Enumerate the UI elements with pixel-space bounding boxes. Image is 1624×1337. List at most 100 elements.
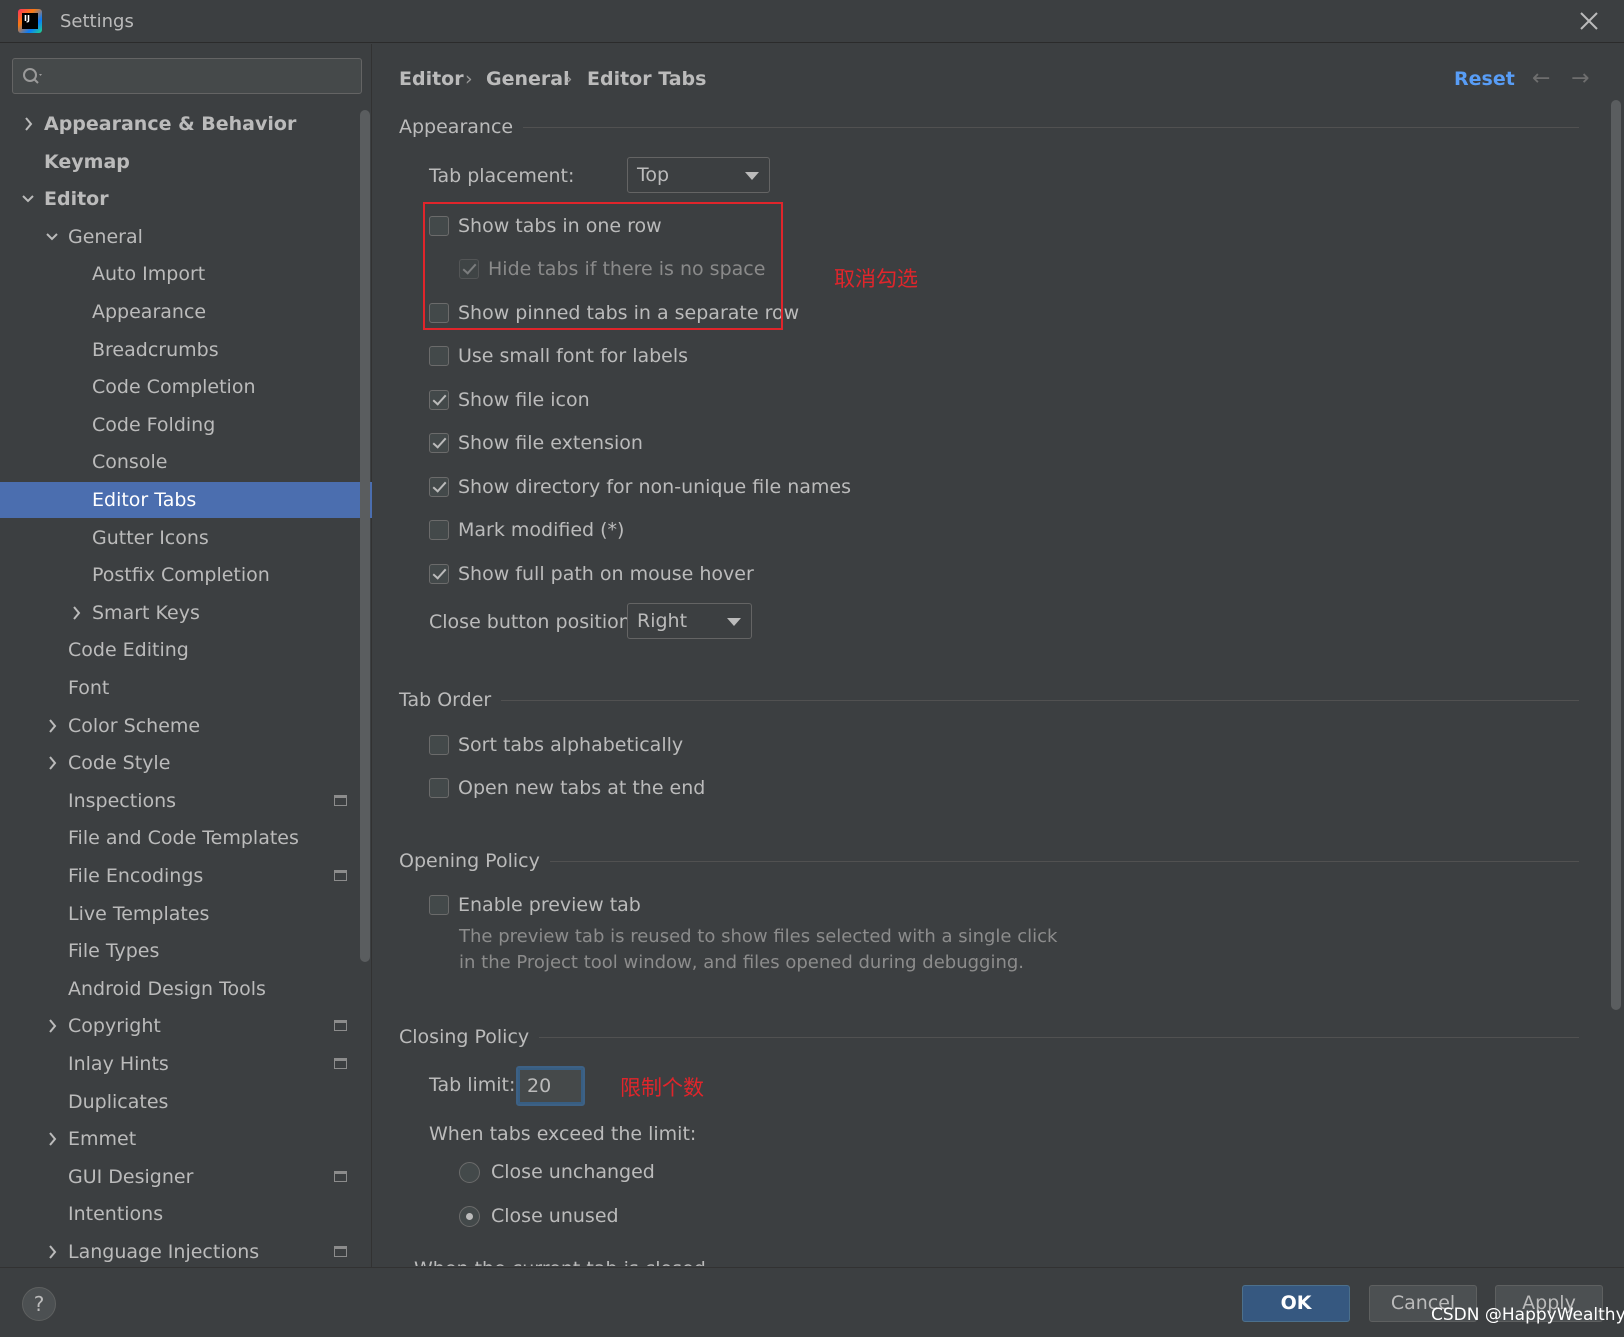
sidebar-item-label: Copyright bbox=[68, 1015, 161, 1037]
close-icon[interactable] bbox=[1578, 8, 1600, 34]
chevron-right-icon[interactable] bbox=[20, 106, 36, 142]
mark-modified-checkbox[interactable] bbox=[429, 520, 449, 540]
section-title-opening-policy: Opening Policy bbox=[399, 847, 550, 875]
sidebar-item-inlay-hints[interactable]: Inlay Hints bbox=[0, 1046, 372, 1082]
sidebar-item-label: Auto Import bbox=[92, 263, 206, 285]
back-arrow-icon[interactable]: ← bbox=[1532, 66, 1556, 92]
preview-tab-help-line-1: The preview tab is reused to show files … bbox=[459, 926, 1058, 947]
chevron-right-icon[interactable] bbox=[44, 1234, 60, 1270]
breadcrumb-editor-tabs: Editor Tabs bbox=[587, 68, 707, 90]
show-file-extension-checkbox[interactable] bbox=[429, 433, 449, 453]
help-button[interactable]: ? bbox=[22, 1287, 56, 1321]
ok-button[interactable]: OK bbox=[1242, 1285, 1350, 1322]
checkbox-label: Show file icon bbox=[458, 389, 590, 411]
sidebar-item-label: File and Code Templates bbox=[68, 827, 299, 849]
checkbox-label: Use small font for labels bbox=[458, 345, 689, 367]
sidebar-item-label: Font bbox=[68, 677, 110, 699]
sidebar-item-file-and-code-templates[interactable]: File and Code Templates bbox=[0, 820, 372, 856]
exceed-limit-label: When tabs exceed the limit: bbox=[429, 1123, 697, 1145]
checkbox-label: Show file extension bbox=[458, 432, 643, 454]
chevron-down-icon[interactable] bbox=[20, 181, 36, 217]
tab-placement-dropdown[interactable]: Top bbox=[627, 157, 770, 193]
show-file-icon-checkbox[interactable] bbox=[429, 390, 449, 410]
sidebar-item-code-style[interactable]: Code Style bbox=[0, 745, 372, 781]
sidebar-scrollbar[interactable] bbox=[360, 110, 370, 962]
chevron-down-icon[interactable] bbox=[44, 219, 60, 255]
breadcrumb-general[interactable]: General bbox=[486, 64, 570, 94]
sidebar-item-font[interactable]: Font bbox=[0, 670, 372, 706]
sidebar-item-android-design-tools[interactable]: Android Design Tools bbox=[0, 971, 372, 1007]
sidebar-item-emmet[interactable]: Emmet bbox=[0, 1121, 372, 1157]
sidebar-item-color-scheme[interactable]: Color Scheme bbox=[0, 708, 372, 744]
sidebar-item-file-types[interactable]: File Types bbox=[0, 933, 372, 969]
sidebar-item-code-editing[interactable]: Code Editing bbox=[0, 632, 372, 668]
tab-limit-input[interactable] bbox=[516, 1066, 585, 1106]
search-icon bbox=[23, 68, 42, 84]
sidebar-item-duplicates[interactable]: Duplicates bbox=[0, 1084, 372, 1120]
intellij-logo-icon: IJ bbox=[18, 9, 42, 33]
project-level-icon bbox=[334, 870, 347, 881]
sidebar-item-live-templates[interactable]: Live Templates bbox=[0, 896, 372, 932]
close-button-position-dropdown[interactable]: Right bbox=[627, 603, 752, 639]
chevron-right-icon[interactable] bbox=[44, 1008, 60, 1044]
content-scrollbar[interactable] bbox=[1611, 100, 1621, 1010]
show-directory-checkbox[interactable] bbox=[429, 477, 449, 497]
annotation-highlight-box bbox=[423, 202, 783, 330]
checkbox-label: Show full path on mouse hover bbox=[458, 563, 754, 585]
checkbox-label: Show directory for non-unique file names bbox=[458, 476, 852, 498]
sidebar-item-editor[interactable]: Editor bbox=[0, 181, 372, 217]
sidebar-item-appearance[interactable]: Appearance bbox=[0, 294, 372, 330]
project-level-icon bbox=[334, 1246, 347, 1257]
sidebar-item-label: File Encodings bbox=[68, 865, 204, 887]
sidebar-item-postfix-completion[interactable]: Postfix Completion bbox=[0, 557, 372, 593]
sidebar-item-label: Editor bbox=[44, 188, 109, 210]
sidebar-item-label: File Types bbox=[68, 940, 160, 962]
section-title-tab-order: Tab Order bbox=[399, 686, 502, 714]
reset-link[interactable]: Reset bbox=[1454, 64, 1515, 94]
sidebar-item-label: Live Templates bbox=[68, 903, 210, 925]
search-field[interactable] bbox=[12, 58, 362, 94]
sidebar-item-label: Color Scheme bbox=[68, 715, 201, 737]
sidebar-item-smart-keys[interactable]: Smart Keys bbox=[0, 595, 372, 631]
close-unused-radio[interactable] bbox=[459, 1206, 480, 1227]
title-bar: IJ Settings bbox=[0, 0, 1624, 43]
sidebar-item-console[interactable]: Console bbox=[0, 444, 372, 480]
sidebar-item-general[interactable]: General bbox=[0, 219, 372, 255]
sidebar-item-breadcrumbs[interactable]: Breadcrumbs bbox=[0, 332, 372, 368]
sidebar-item-label: Gutter Icons bbox=[92, 527, 209, 549]
chevron-right-icon[interactable] bbox=[44, 745, 60, 781]
sidebar-item-code-folding[interactable]: Code Folding bbox=[0, 407, 372, 443]
sidebar-item-label: Inspections bbox=[68, 790, 177, 812]
chevron-right-icon[interactable] bbox=[44, 1121, 60, 1157]
section-divider bbox=[399, 1037, 1579, 1038]
search-input[interactable] bbox=[49, 63, 349, 89]
breadcrumb-editor[interactable]: Editor bbox=[399, 64, 464, 94]
sidebar-item-intentions[interactable]: Intentions bbox=[0, 1196, 372, 1232]
sidebar-item-file-encodings[interactable]: File Encodings bbox=[0, 858, 372, 894]
small-font-checkbox[interactable] bbox=[429, 346, 449, 366]
sidebar-item-language-injections[interactable]: Language Injections bbox=[0, 1234, 372, 1270]
sort-alpha-checkbox[interactable] bbox=[429, 735, 449, 755]
sidebar-item-keymap[interactable]: Keymap bbox=[0, 144, 372, 180]
sidebar-item-code-completion[interactable]: Code Completion bbox=[0, 369, 372, 405]
breadcrumb-separator: › bbox=[565, 68, 573, 90]
sidebar-item-auto-import[interactable]: Auto Import bbox=[0, 256, 372, 292]
section-divider bbox=[399, 127, 1579, 128]
close-unchanged-radio[interactable] bbox=[459, 1162, 480, 1183]
sidebar-item-gutter-icons[interactable]: Gutter Icons bbox=[0, 520, 372, 556]
show-full-path-checkbox[interactable] bbox=[429, 564, 449, 584]
chevron-right-icon[interactable] bbox=[44, 708, 60, 744]
sidebar-item-inspections[interactable]: Inspections bbox=[0, 783, 372, 819]
preview-tab-checkbox[interactable] bbox=[429, 895, 449, 915]
sidebar-item-appearance-behavior[interactable]: Appearance & Behavior bbox=[0, 106, 372, 142]
sidebar-item-gui-designer[interactable]: GUI Designer bbox=[0, 1159, 372, 1195]
sidebar-item-label: Console bbox=[92, 451, 168, 473]
sidebar-item-copyright[interactable]: Copyright bbox=[0, 1008, 372, 1044]
chevron-right-icon[interactable] bbox=[68, 595, 84, 631]
forward-arrow-icon[interactable]: → bbox=[1571, 66, 1595, 92]
sidebar-item-editor-tabs[interactable]: Editor Tabs bbox=[0, 482, 372, 518]
sidebar-item-label: Intentions bbox=[68, 1203, 164, 1225]
open-at-end-checkbox[interactable] bbox=[429, 778, 449, 798]
project-level-icon bbox=[334, 1171, 347, 1182]
sidebar-item-label: Inlay Hints bbox=[68, 1053, 169, 1075]
